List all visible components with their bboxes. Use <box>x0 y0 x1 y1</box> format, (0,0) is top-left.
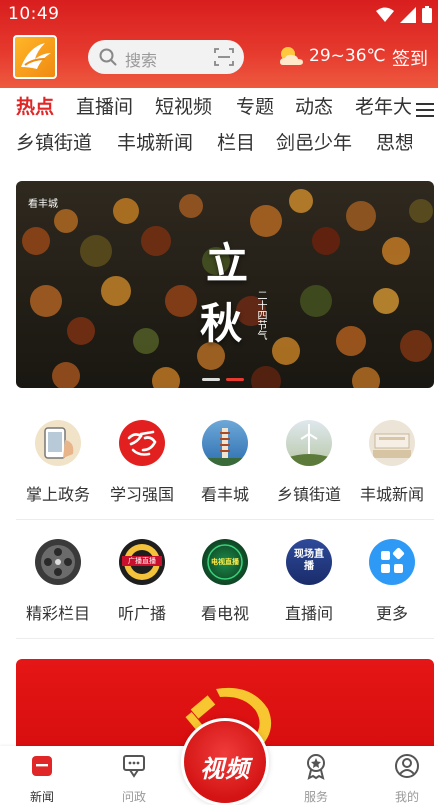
shortcut-xuexi-qiangguo[interactable]: 学习强国 <box>100 420 184 505</box>
shortcut-label: 丰城新闻 <box>359 485 424 504</box>
shortcut-label: 精彩栏目 <box>25 604 90 623</box>
shortcut-label: 看丰城 <box>200 485 249 504</box>
wind-turbine-icon <box>286 420 332 466</box>
sun-cloud-icon <box>280 47 303 65</box>
film-reel-icon <box>35 539 81 585</box>
carousel-indicator <box>202 378 244 381</box>
category-tabs-row2: 乡镇街道 丰城新闻 栏目 剑邑少年 思想 <box>0 128 412 162</box>
banner-title-char-2: 秋 <box>200 299 243 348</box>
shortcut-fengcheng-news[interactable]: 丰城新闻 <box>350 420 434 505</box>
nav-label: 问政 <box>121 790 146 804</box>
carousel-dot-active[interactable] <box>226 378 244 381</box>
chat-monitor-icon <box>123 755 145 778</box>
nav-label: 服务 <box>303 790 328 804</box>
shortcut-label: 掌上政务 <box>25 485 90 504</box>
user-profile-icon <box>395 754 419 778</box>
more-apps-icon <box>369 539 415 585</box>
search-icon <box>99 48 117 66</box>
grid-divider <box>16 638 434 639</box>
radio-broadcast-icon: 广播直播 <box>119 539 165 585</box>
pagoda-icon <box>202 420 248 466</box>
status-time: 10:49 <box>8 4 60 24</box>
weather-temperature: 29~36℃ <box>309 46 386 66</box>
tv-live-icon: 电视直播 <box>202 539 248 585</box>
service-badge-icon <box>307 754 325 780</box>
shortcut-tv[interactable]: 电视直播 看电视 <box>183 539 267 624</box>
shortcut-label: 乡镇街道 <box>276 485 341 504</box>
radio-badge: 广播直播 <box>122 556 162 566</box>
shortcut-towns-streets[interactable]: 乡镇街道 <box>267 420 351 505</box>
tab-fengcheng-news[interactable]: 丰城新闻 <box>117 128 193 155</box>
shortcut-mobile-government[interactable]: 掌上政务 <box>16 420 100 505</box>
tab-towns-streets[interactable]: 乡镇街道 <box>16 128 92 155</box>
tab-hot[interactable]: 热点 <box>16 92 54 119</box>
live-room-icon: 现场直播 <box>286 539 332 585</box>
shortcut-live-room[interactable]: 现场直播 直播间 <box>267 539 351 624</box>
mobile-government-icon <box>35 420 81 466</box>
carousel-dot[interactable] <box>202 378 220 381</box>
live-room-badge: 现场直播 <box>294 549 324 572</box>
category-tabs-row1: 热点 直播间 短视频 专题 动态 老年大 <box>0 92 412 126</box>
xuexi-qiangguo-icon <box>119 420 165 466</box>
signal-icon <box>400 6 416 23</box>
shortcut-label: 听广播 <box>117 604 166 623</box>
tab-jianyi-youth[interactable]: 剑邑少年 <box>276 128 352 155</box>
news-studio-icon <box>369 420 415 466</box>
wifi-icon <box>376 7 394 22</box>
tab-thought[interactable]: 思想 <box>376 128 412 155</box>
banner-title-char-1: 立 <box>206 239 249 288</box>
tab-topics[interactable]: 专题 <box>236 92 274 119</box>
nav-mine[interactable]: 我的 <box>377 752 437 805</box>
shortcut-radio[interactable]: 广播直播 听广播 <box>100 539 184 624</box>
nav-label: 我的 <box>394 790 419 804</box>
app-logo-icon <box>21 43 51 69</box>
shortcut-label: 更多 <box>375 604 408 623</box>
nav-news[interactable]: 新闻 <box>12 752 72 805</box>
nav-video-label: 视频 <box>200 755 250 783</box>
tab-senior-university[interactable]: 老年大 <box>355 92 412 119</box>
menu-icon[interactable] <box>416 102 434 118</box>
search-input[interactable]: 搜索 <box>88 40 244 74</box>
search-placeholder: 搜索 <box>125 51 158 70</box>
battery-icon <box>422 6 432 23</box>
banner-brand: 看丰城 <box>28 199 58 210</box>
tab-live-room[interactable]: 直播间 <box>76 92 133 119</box>
tv-badge: 电视直播 <box>211 558 239 566</box>
nav-video-button[interactable]: 视频 <box>181 718 269 805</box>
shortcut-label: 直播间 <box>284 604 333 623</box>
tab-updates[interactable]: 动态 <box>295 92 333 119</box>
shortcut-featured-columns[interactable]: 精彩栏目 <box>16 539 100 624</box>
tab-columns[interactable]: 栏目 <box>217 128 255 155</box>
shortcut-label: 学习强国 <box>109 485 174 504</box>
shortcut-see-fengcheng[interactable]: 看丰城 <box>183 420 267 505</box>
app-logo[interactable] <box>13 35 57 79</box>
status-icons <box>376 6 432 23</box>
weather-widget[interactable]: 29~36℃ <box>277 45 386 67</box>
status-bar: 10:49 <box>0 0 438 30</box>
banner-subtitle: 二十四节气 <box>255 290 266 340</box>
tab-short-video[interactable]: 短视频 <box>155 92 212 119</box>
grid-divider <box>16 519 434 520</box>
signin-button[interactable]: 签到 <box>392 45 428 71</box>
news-icon <box>32 756 52 776</box>
shortcut-more[interactable]: 更多 <box>350 539 434 624</box>
nav-label: 新闻 <box>29 790 54 804</box>
scan-icon[interactable] <box>214 48 234 66</box>
shortcut-label: 看电视 <box>200 604 249 623</box>
nav-service[interactable]: 服务 <box>286 752 346 805</box>
nav-wenzheng[interactable]: 问政 <box>104 752 164 805</box>
